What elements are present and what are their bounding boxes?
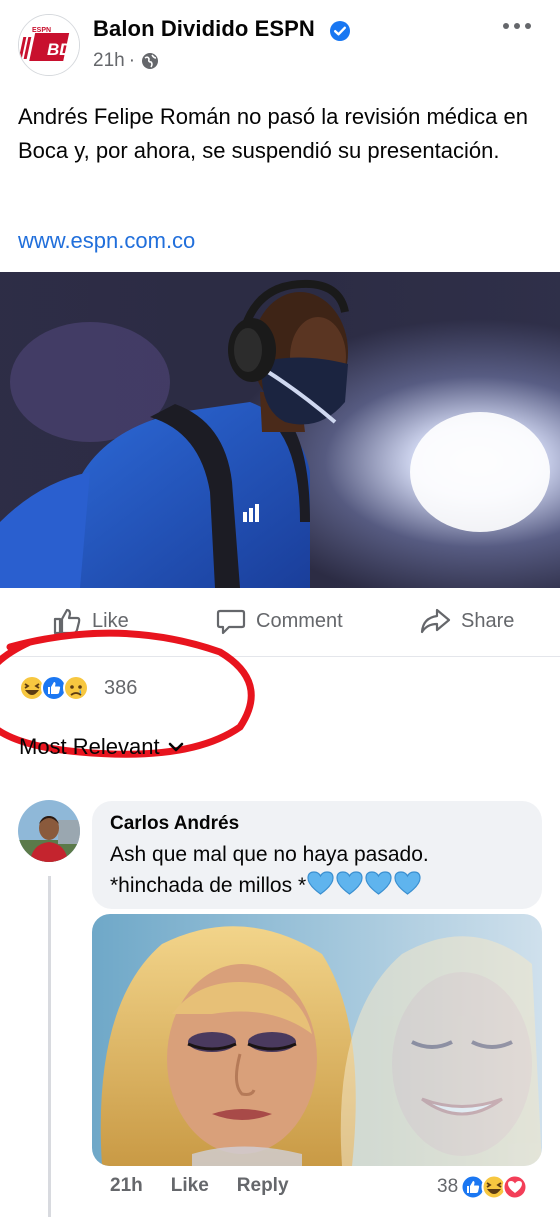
share-label: Share	[461, 609, 515, 632]
comment-reply-button[interactable]: Reply	[237, 1175, 289, 1197]
page-name[interactable]: Balon Dividido ESPN	[93, 16, 315, 42]
blue-heart-icon	[336, 871, 363, 895]
blue-heart-icon	[307, 871, 334, 895]
sad-icon	[63, 675, 89, 701]
post-meta: 21h ·	[93, 50, 159, 72]
like-button[interactable]: Like	[52, 606, 129, 636]
post-time[interactable]: 21h	[93, 50, 125, 72]
comment-button[interactable]: Comment	[216, 606, 343, 636]
comment-line-1: Ash que mal que no haya pasado.	[110, 843, 429, 866]
post-actions: Like Comment Share	[0, 598, 560, 650]
reaction-count: 386	[104, 676, 138, 699]
comment-line-2: *hinchada de millos *	[110, 874, 307, 897]
comment-time[interactable]: 21h	[110, 1175, 143, 1197]
comment-footer: 21h Like Reply	[110, 1175, 289, 1197]
comment-reactions[interactable]: 38	[437, 1174, 530, 1200]
comment-sort-dropdown[interactable]: Most Relevant	[19, 734, 184, 760]
page-logo-text: BD	[47, 40, 72, 59]
blue-hearts	[306, 870, 422, 896]
comment-like-button[interactable]: Like	[171, 1175, 209, 1197]
actions-divider	[0, 656, 560, 657]
reaction-icons	[18, 674, 98, 702]
comment-thread-line	[48, 876, 51, 1217]
globe-icon	[142, 53, 159, 69]
comment-gif[interactable]	[92, 914, 542, 1166]
meta-separator: ·	[128, 50, 136, 71]
more-options-icon[interactable]	[500, 18, 534, 34]
blue-heart-icon	[365, 871, 392, 895]
post-photo[interactable]	[0, 272, 560, 588]
post-header: BD ESPN Balon Dividido ESPN 21h ·	[0, 0, 560, 90]
thumbs-up-icon	[53, 608, 81, 635]
post-text: Andrés Felipe Román no pasó la revisión …	[18, 104, 528, 163]
comment-icon	[216, 609, 246, 635]
share-icon	[420, 608, 451, 634]
share-button[interactable]: Share	[419, 606, 514, 636]
reaction-summary[interactable]: 386	[18, 674, 137, 702]
verified-badge-icon	[330, 21, 350, 41]
page-avatar[interactable]: BD ESPN	[18, 14, 80, 76]
sort-label: Most Relevant	[19, 734, 160, 759]
like-label: Like	[92, 609, 129, 632]
comment-author[interactable]: Carlos Andrés	[110, 813, 524, 835]
blue-heart-icon	[394, 871, 421, 895]
love-icon	[502, 1174, 528, 1200]
comment-label: Comment	[256, 609, 343, 632]
comment-text: Ash que mal que no haya pasado. *hinchad…	[110, 839, 524, 901]
commenter-avatar[interactable]	[18, 800, 80, 862]
comment-bubble: Carlos Andrés Ash que mal que no haya pa…	[92, 801, 542, 909]
post-link[interactable]: www.espn.com.co	[18, 228, 195, 254]
comment-reaction-icons	[460, 1174, 530, 1200]
chevron-down-icon	[168, 742, 183, 752]
comment-line-2-wrap: *hinchada de millos *	[110, 870, 524, 901]
comment-reaction-count: 38	[437, 1176, 459, 1197]
page-logo-small: ESPN	[32, 27, 51, 34]
